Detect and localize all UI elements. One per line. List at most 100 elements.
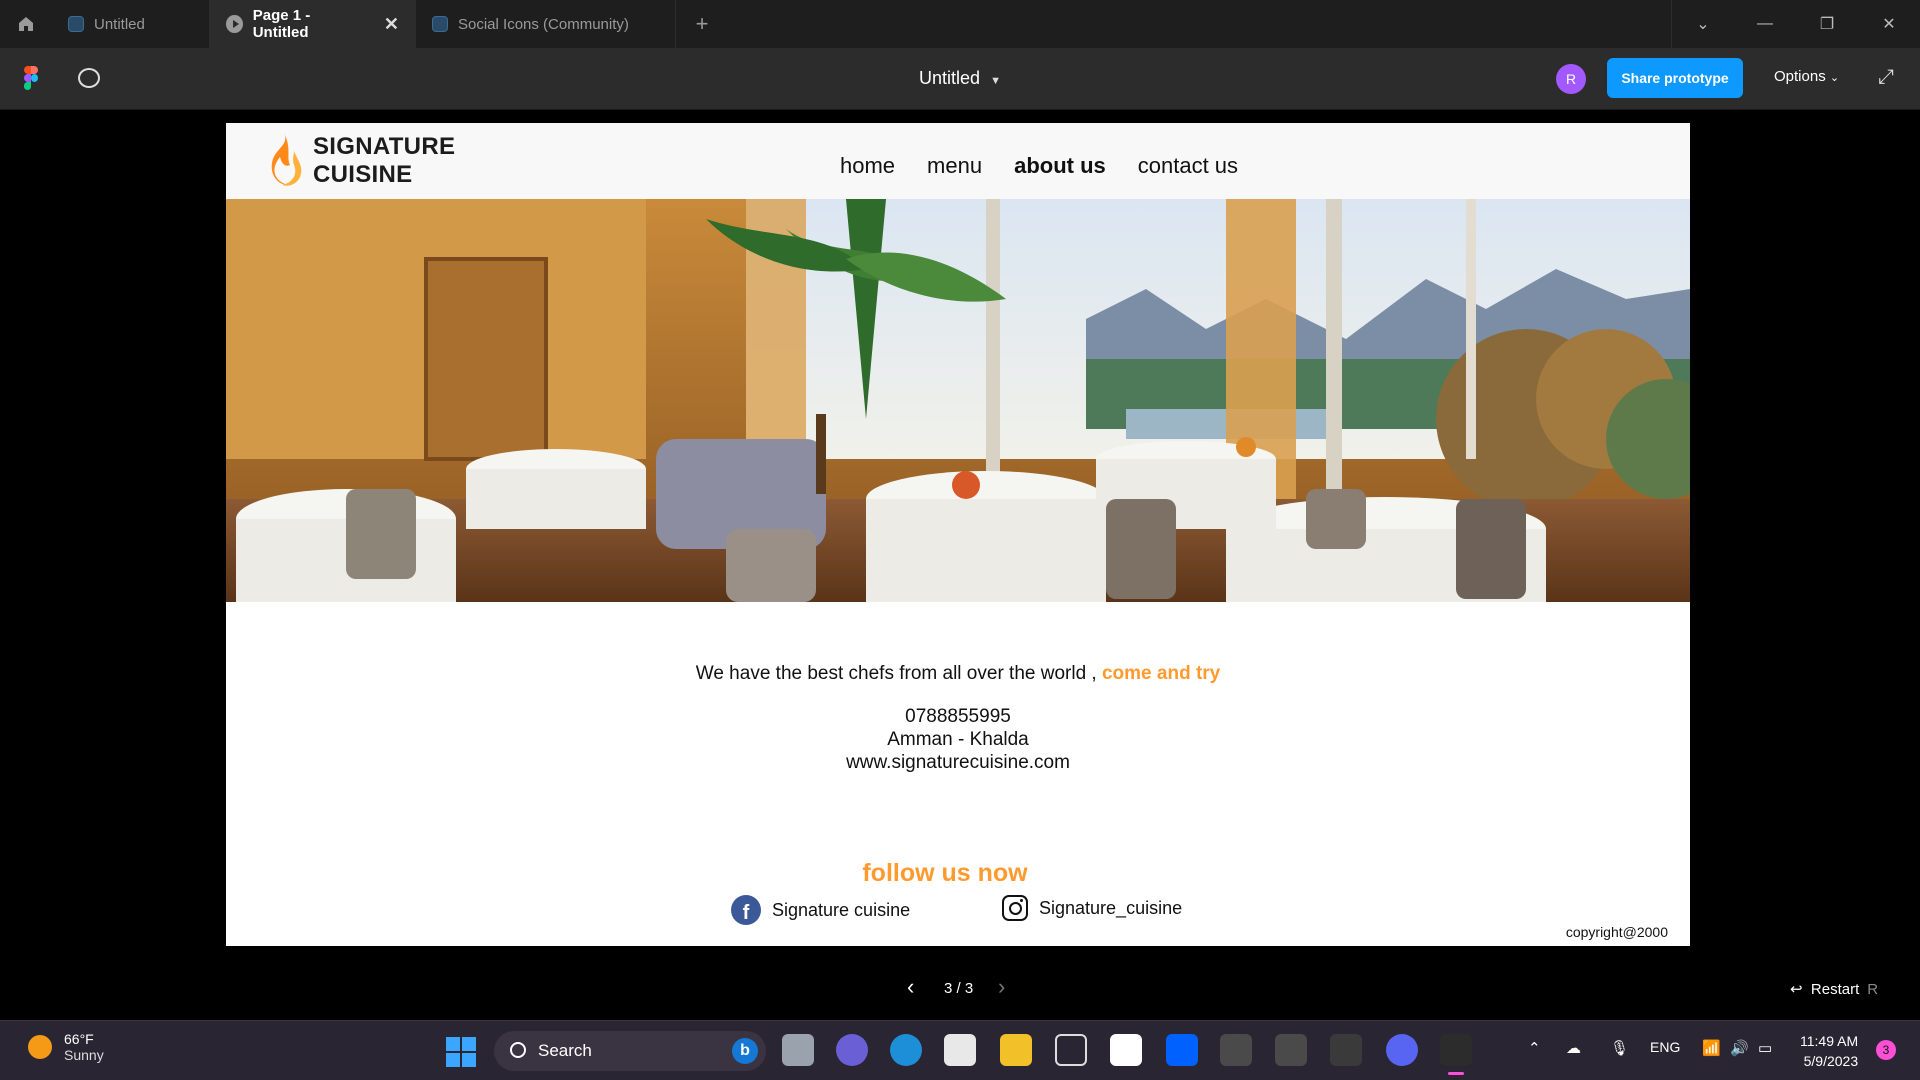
figma-file-icon [432,16,448,32]
frame-counter: 3 / 3 [944,980,974,997]
app-icon[interactable] [1055,1034,1087,1066]
windows-start-icon[interactable] [446,1037,476,1067]
about-info: We have the best chefs from all over the… [226,663,1690,774]
nav-about-us[interactable]: about us [1014,153,1106,179]
app-f-icon[interactable] [1220,1034,1252,1066]
tab-label: Page 1 - Untitled [252,7,311,41]
microphone-icon[interactable]: 🎙 [1610,1039,1629,1057]
home-button[interactable] [0,0,52,48]
browser-tab-bar: Untitled Page 1 - Untitled ✕ Social Icon… [0,0,1920,48]
language-indicator[interactable]: ENG [1650,1039,1680,1055]
instagram-label: Signature_cuisine [1039,897,1183,918]
copyright: copyright@2000 [1565,924,1668,940]
tagline-main: We have the best chefs from all over the… [695,663,1097,684]
contact-details: 0788855995 Amman - Khalda www.signaturec… [226,705,1690,774]
next-frame-icon[interactable]: › [998,974,1005,1000]
edge-icon[interactable] [890,1034,922,1066]
restore-icon[interactable]: ❐ [1796,0,1858,48]
website-url: www.signaturecuisine.com [846,752,1070,773]
task-view-icon[interactable] [782,1034,814,1066]
restart-button[interactable]: ↩ Restart R [1790,980,1878,998]
new-tab-button[interactable]: + [676,0,728,48]
amazon-icon[interactable] [1110,1034,1142,1066]
temperature: 66°F [64,1031,94,1047]
minimize-icon[interactable]: — [1734,0,1796,48]
figma-taskbar-icon[interactable] [1440,1034,1472,1075]
brand-line-2: CUISINE [313,161,413,188]
window-controls: ⌄ — ❐ ✕ [1671,0,1920,48]
battery-icon[interactable]: ▭ [1758,1039,1772,1057]
wifi-icon[interactable]: 📶 [1702,1039,1721,1057]
instagram-icon [1002,895,1028,921]
prototype-frame: SIGNATURE CUISINE home menu about us con… [226,123,1690,946]
weather-condition: Sunny [64,1047,104,1063]
nav-home[interactable]: home [840,153,895,179]
figma-toolbar: Untitled ▼ R Share prototype Options ⌄ ⤢ [0,48,1920,110]
follow-title: follow us now [862,859,1028,887]
windows-taskbar: 66°F Sunny Search b ⌃ ☁ 🎙 ENG 📶 🔊 ▭ 11:4… [0,1020,1920,1080]
document-title-label: Untitled [919,68,981,88]
restart-arrow-icon: ↩ [1790,981,1803,998]
taskbar-search[interactable]: Search b [494,1031,766,1071]
search-label: Search [538,1041,592,1060]
nav-menu[interactable]: menu [927,153,982,179]
close-tab-icon[interactable]: ✕ [384,14,399,35]
tagline: We have the best chefs from all over the… [226,663,1690,685]
facebook-label: Signature cuisine [772,899,911,920]
fullscreen-icon[interactable]: ⤢ [1878,66,1894,89]
facebook-icon: f [731,895,761,925]
phone-number: 0788855995 [905,706,1011,727]
brand-name: SIGNATURE CUISINE [313,133,455,189]
clock-date: 5/9/2023 [1803,1053,1859,1069]
dropbox-icon[interactable] [1166,1034,1198,1066]
tagline-accent: come and try [1101,663,1221,684]
system-clock[interactable]: 11:49 AM 5/9/2023 [1800,1031,1858,1071]
site-header: SIGNATURE CUISINE home menu about us con… [226,123,1690,199]
address: Amman - Khalda [887,729,1029,750]
prototype-navigation: ‹ 3 / 3 › ↩ Restart R [0,972,1920,1008]
chat-icon[interactable] [836,1034,868,1066]
restaurant-hero-image [226,199,1690,602]
store-icon[interactable] [944,1034,976,1066]
discord-icon[interactable] [1386,1034,1418,1066]
chevron-down-icon: ⌄ [1829,72,1840,84]
tab-social-icons[interactable]: Social Icons (Community) [416,0,676,48]
file-explorer-icon[interactable] [1000,1034,1032,1066]
tab-label: Untitled [94,15,145,33]
nav-contact-us[interactable]: contact us [1138,153,1238,179]
prototype-play-icon [226,15,243,33]
weather-widget[interactable]: 66°F Sunny [28,1031,104,1063]
follow-section: follow us now [226,859,1690,888]
options-menu[interactable]: Options ⌄ [1774,68,1839,85]
chevron-down-icon[interactable]: ⌄ [1672,0,1734,48]
chevron-down-icon: ▼ [990,75,1001,87]
facebook-link[interactable]: f Signature cuisine [731,895,910,925]
avatar[interactable]: R [1556,64,1586,94]
figma-file-icon [68,16,84,32]
share-prototype-button[interactable]: Share prototype [1607,58,1743,98]
volume-icon[interactable]: 🔊 [1730,1039,1749,1057]
bing-icon[interactable]: b [732,1038,758,1064]
brand-line-1: SIGNATURE [313,133,456,160]
clock-time: 11:49 AM [1800,1033,1859,1049]
options-label: Options [1774,68,1826,85]
tab-untitled[interactable]: Untitled [52,0,210,48]
app-y-icon[interactable] [1275,1034,1307,1066]
flame-logo-icon [271,133,302,186]
instagram-link[interactable]: Signature_cuisine [1002,895,1182,921]
restart-label: Restart [1810,981,1860,998]
previous-frame-icon[interactable]: ‹ [907,974,914,1000]
main-navigation: home menu about us contact us [840,153,1238,179]
onedrive-icon[interactable]: ☁ [1566,1039,1581,1057]
home-icon [19,17,33,31]
close-window-icon[interactable]: ✕ [1858,0,1920,48]
chevron-up-icon[interactable]: ⌃ [1528,1039,1541,1057]
tab-label: Social Icons (Community) [458,15,629,33]
search-icon [510,1042,526,1058]
restart-shortcut: R [1867,981,1879,998]
sun-icon [28,1035,52,1059]
notification-badge[interactable]: 3 [1876,1040,1896,1060]
tab-page-1[interactable]: Page 1 - Untitled ✕ [210,0,416,48]
terminal-icon[interactable] [1330,1034,1362,1066]
restaurant-interior-illustration [226,199,1690,602]
